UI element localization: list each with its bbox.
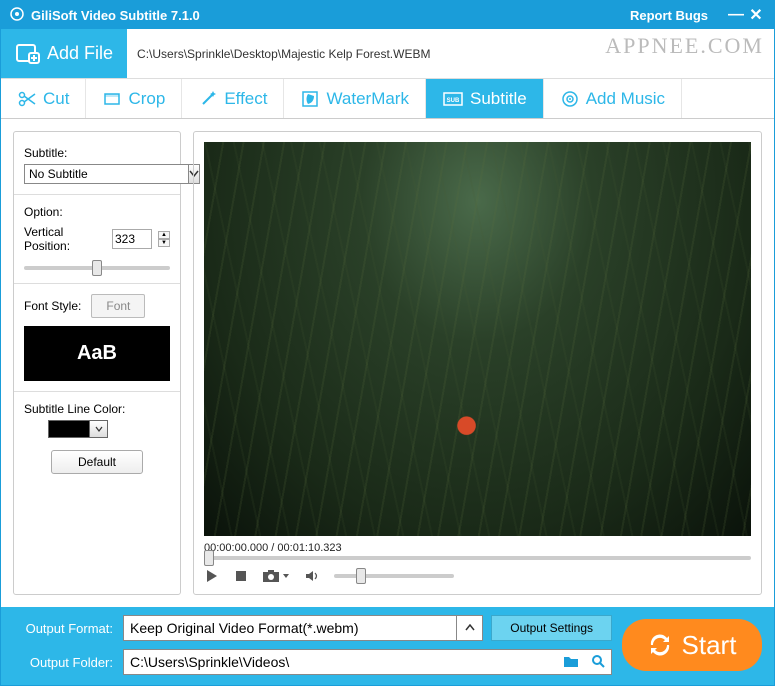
chevron-up-icon[interactable] xyxy=(456,616,482,640)
stop-button[interactable] xyxy=(234,569,248,583)
app-title: GiliSoft Video Subtitle 7.1.0 xyxy=(31,8,200,23)
watermark-text: APPNEE.COM xyxy=(605,33,764,59)
option-label: Option: xyxy=(24,205,170,219)
tab-watermark[interactable]: WaterMark xyxy=(284,79,426,118)
vertical-position-slider[interactable] xyxy=(24,266,170,270)
start-button[interactable]: Start xyxy=(622,619,762,671)
volume-icon[interactable] xyxy=(304,569,320,583)
player-controls xyxy=(204,568,751,584)
output-format-label: Output Format: xyxy=(13,621,113,636)
tab-add-music-label: Add Music xyxy=(586,89,665,109)
seek-slider[interactable] xyxy=(204,556,751,560)
report-bugs-link[interactable]: Report Bugs xyxy=(630,8,708,23)
footer-bar: Output Format: Output Settings Start Out… xyxy=(1,607,774,685)
tab-bar: Cut Crop Effect WaterMark SUB Subtitle A… xyxy=(1,79,774,119)
tab-effect-label: Effect xyxy=(224,89,267,109)
line-color-picker[interactable] xyxy=(48,420,170,438)
subtitle-label: Subtitle: xyxy=(24,146,170,160)
tab-watermark-label: WaterMark xyxy=(326,89,409,109)
app-window: GiliSoft Video Subtitle 7.1.0 Report Bug… xyxy=(0,0,775,686)
subtitle-select-value[interactable] xyxy=(24,164,189,184)
snapshot-button[interactable] xyxy=(262,569,290,583)
music-icon xyxy=(560,89,580,109)
chevron-down-icon[interactable] xyxy=(90,420,108,438)
add-file-button[interactable]: Add File xyxy=(1,29,127,78)
subtitle-icon: SUB xyxy=(442,89,464,109)
tab-subtitle[interactable]: SUB Subtitle xyxy=(426,79,544,118)
output-format-select[interactable] xyxy=(123,615,483,641)
tab-add-music[interactable]: Add Music xyxy=(544,79,682,118)
output-folder-input[interactable] xyxy=(124,650,557,674)
color-swatch xyxy=(48,420,90,438)
vertical-position-input[interactable] xyxy=(112,229,152,249)
play-button[interactable] xyxy=(204,568,220,584)
watermark-icon xyxy=(300,89,320,109)
svg-text:SUB: SUB xyxy=(447,98,460,104)
subtitle-select[interactable] xyxy=(24,164,170,184)
subtitle-options-panel: Subtitle: Option: Vertical Position: ▲▼ … xyxy=(13,131,181,595)
workspace: Subtitle: Option: Vertical Position: ▲▼ … xyxy=(1,119,774,607)
vertical-position-label: Vertical Position: xyxy=(24,225,106,253)
file-toolbar: Add File C:\Users\Sprinkle\Desktop\Majes… xyxy=(1,29,774,79)
add-file-icon xyxy=(15,41,41,67)
add-file-label: Add File xyxy=(47,43,113,64)
font-preview: AaB xyxy=(24,326,170,381)
output-format-value[interactable] xyxy=(124,616,456,640)
tab-cut-label: Cut xyxy=(43,89,69,109)
titlebar: GiliSoft Video Subtitle 7.1.0 Report Bug… xyxy=(1,1,774,29)
volume-slider[interactable] xyxy=(334,574,454,578)
tab-effect[interactable]: Effect xyxy=(182,79,284,118)
app-logo-icon xyxy=(9,6,25,25)
browse-folder-button[interactable] xyxy=(557,654,585,671)
minimize-button[interactable]: — xyxy=(726,6,746,24)
output-folder-field xyxy=(123,649,612,675)
font-style-label: Font Style: xyxy=(24,299,81,313)
tab-crop-label: Crop xyxy=(128,89,165,109)
line-color-label: Subtitle Line Color: xyxy=(24,402,170,416)
start-label: Start xyxy=(682,630,737,661)
crop-icon xyxy=(102,89,122,109)
output-folder-label: Output Folder: xyxy=(13,655,113,670)
video-preview[interactable] xyxy=(204,142,751,536)
video-player-panel: 00:00:00.000 / 00:01:10.323 xyxy=(193,131,762,595)
open-folder-button[interactable] xyxy=(585,654,611,671)
default-button[interactable]: Default xyxy=(51,450,143,474)
tab-crop[interactable]: Crop xyxy=(86,79,182,118)
close-button[interactable]: ✕ xyxy=(746,5,766,25)
tab-cut[interactable]: Cut xyxy=(1,79,86,118)
video-frame-content xyxy=(204,142,751,536)
wand-icon xyxy=(198,89,218,109)
scissors-icon xyxy=(17,89,37,109)
refresh-icon xyxy=(648,633,672,657)
vertical-position-spinner[interactable]: ▲▼ xyxy=(158,231,170,247)
output-settings-button[interactable]: Output Settings xyxy=(491,615,612,641)
tab-subtitle-label: Subtitle xyxy=(470,89,527,109)
font-button[interactable]: Font xyxy=(91,294,145,318)
